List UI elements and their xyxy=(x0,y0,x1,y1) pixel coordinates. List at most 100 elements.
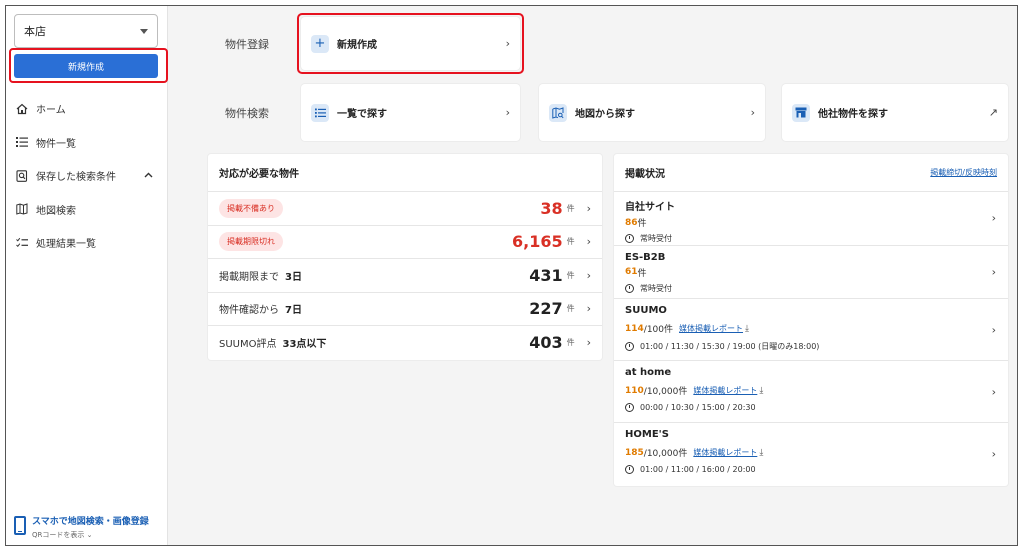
action-row[interactable]: 物件確認から 7日 227 件 › xyxy=(208,293,602,326)
chevron-right-icon: › xyxy=(586,268,591,282)
media-report-link[interactable]: 媒体掲載レポート xyxy=(693,385,757,396)
media-count: 185 xyxy=(625,447,644,458)
checklist-icon xyxy=(15,236,28,249)
store-select[interactable]: 本店 xyxy=(14,14,158,48)
chevron-right-icon: › xyxy=(505,106,510,119)
deadline-link[interactable]: 掲載締切/反映時刻 xyxy=(930,167,997,178)
action-panel-title: 対応が必要な物件 xyxy=(219,169,299,180)
search-map-card[interactable]: 地図から探す › xyxy=(539,84,765,141)
store-icon xyxy=(792,103,810,122)
chevron-up-icon[interactable] xyxy=(144,170,153,181)
media-count: 61 xyxy=(625,267,638,277)
publish-row[interactable]: at home 110/10,000件 媒体掲載レポート ⤓ 00:00 / 10:… xyxy=(614,361,1008,423)
chevron-right-icon: › xyxy=(991,323,996,336)
external-link-icon: ↗ xyxy=(988,106,998,119)
publish-row[interactable]: ES-B2B 61 件 常時受付 › xyxy=(614,246,1008,299)
chevron-right-icon: › xyxy=(750,106,755,119)
map-search-icon xyxy=(549,103,567,122)
publish-row[interactable]: 自社サイト 86 件 常時受付 › xyxy=(614,192,1008,246)
action-row[interactable]: 掲載期限まで 3日 431 件 › xyxy=(208,259,602,293)
search-list-card[interactable]: 一覧で探す › xyxy=(301,84,520,141)
download-icon[interactable]: ⤓ xyxy=(759,448,763,458)
list-icon xyxy=(15,136,28,149)
media-report-link[interactable]: 媒体掲載レポート xyxy=(693,447,757,458)
home-icon xyxy=(15,102,28,115)
saved-search-icon xyxy=(15,169,28,182)
action-panel-header: 対応が必要な物件 xyxy=(208,154,602,192)
action-row[interactable]: 掲載不備あり 38 件 › xyxy=(208,192,602,226)
row-condition: 3日 xyxy=(285,271,302,283)
app-window: 本店 新規作成 ホーム 物件一覧 保存した検索条件 地図検索 処理結果一覧 スマ… xyxy=(5,5,1018,546)
sidebar: 本店 新規作成 ホーム 物件一覧 保存した検索条件 地図検索 処理結果一覧 スマ… xyxy=(6,6,168,545)
row-count: 403 xyxy=(529,333,563,353)
store-select-value: 本店 xyxy=(24,25,46,38)
row-unit: 件 xyxy=(566,203,575,213)
row-unit: 件 xyxy=(566,237,575,247)
action-row[interactable]: SUUMO評点 33点以下 403 件 › xyxy=(208,326,602,360)
smartphone-icon xyxy=(14,516,26,535)
media-report-link[interactable]: 媒体掲載レポート xyxy=(679,323,743,334)
sidebar-item-home[interactable]: ホーム xyxy=(6,92,167,126)
sidebar-item-label: ホーム xyxy=(36,105,66,117)
media-time: 常時受付 xyxy=(640,283,672,293)
sidebar-nav: ホーム 物件一覧 保存した検索条件 地図検索 処理結果一覧 xyxy=(6,92,167,260)
mobile-qr-link[interactable]: スマホで地図検索・画像登録 QRコードを表示 ⌄ xyxy=(14,514,164,540)
media-count: 86 xyxy=(625,217,638,228)
clock-icon xyxy=(625,465,634,474)
status-badge: 掲載不備あり xyxy=(219,198,283,218)
media-time: 01:00 / 11:30 / 15:30 / 19:00 (日曜のみ18:00… xyxy=(640,342,820,351)
publish-row[interactable]: HOME'S 185/10,000件 媒体掲載レポート ⤓ 01:00 / 11:0… xyxy=(614,423,1008,485)
action-row[interactable]: 掲載期限切れ 6,165 件 › xyxy=(208,226,602,259)
download-icon[interactable]: ⤓ xyxy=(745,324,749,334)
media-count: 114 xyxy=(625,323,644,334)
chevron-right-icon: › xyxy=(991,211,996,225)
sidebar-item-map-search[interactable]: 地図検索 xyxy=(6,193,167,227)
action-required-panel: 対応が必要な物件 掲載不備あり 38 件 › 掲載期限切れ 6,165 件 › … xyxy=(208,154,602,360)
publish-status-panel: 掲載状況 掲載締切/反映時刻 自社サイト 86 件 常時受付 › ES-B2B 6… xyxy=(614,154,1008,486)
clock-icon xyxy=(625,234,634,243)
mobile-title: スマホで地図検索・画像登録 xyxy=(32,517,149,527)
media-name: ES-B2B xyxy=(625,251,666,263)
mobile-subtitle: QRコードを表示 xyxy=(32,531,85,539)
media-count-suffix: /10,000件 xyxy=(643,387,688,397)
sidebar-item-saved-search[interactable]: 保存した検索条件 xyxy=(6,159,167,193)
download-icon[interactable]: ⤓ xyxy=(759,386,763,396)
clock-icon xyxy=(625,342,634,351)
row-count: 227 xyxy=(529,299,563,319)
search-map-label: 地図から探す xyxy=(575,109,635,120)
publish-panel-header: 掲載状況 掲載締切/反映時刻 xyxy=(614,154,1008,192)
highlight-box xyxy=(297,13,524,74)
chevron-down-icon: ⌄ xyxy=(86,531,93,539)
caret-down-icon xyxy=(140,28,148,34)
row-label: 物件確認から xyxy=(219,305,279,317)
row-condition: 33点以下 xyxy=(282,339,327,351)
chevron-right-icon: › xyxy=(991,265,996,279)
media-count-suffix: 件 xyxy=(637,219,647,229)
media-time: 01:00 / 11:00 / 16:00 / 20:00 xyxy=(640,465,756,474)
media-count-suffix: /100件 xyxy=(643,325,674,335)
chevron-right-icon: › xyxy=(991,447,996,461)
sidebar-item-label: 地図検索 xyxy=(36,205,76,217)
media-name: SUUMO xyxy=(625,305,667,316)
sidebar-item-property-list[interactable]: 物件一覧 xyxy=(6,126,167,160)
chevron-right-icon: › xyxy=(586,302,591,316)
chevron-right-icon: › xyxy=(991,385,996,398)
sidebar-item-label: 物件一覧 xyxy=(36,138,76,150)
row-condition: 7日 xyxy=(285,305,302,317)
row-unit: 件 xyxy=(566,270,575,280)
publish-row[interactable]: SUUMO 114/100件 媒体掲載レポート ⤓ 01:00 / 11:30 / … xyxy=(614,299,1008,361)
row-count: 431 xyxy=(529,265,563,285)
media-time: 常時受付 xyxy=(640,234,672,243)
media-time: 00:00 / 10:30 / 15:00 / 20:30 xyxy=(640,403,756,412)
media-name: HOME'S xyxy=(625,429,669,440)
sidebar-item-results[interactable]: 処理結果一覧 xyxy=(6,226,167,260)
row-label: SUUMO評点 xyxy=(219,339,277,351)
media-count-suffix: /10,000件 xyxy=(643,449,688,459)
search-other-card[interactable]: 他社物件を探す ↗ xyxy=(782,84,1008,141)
row-unit: 件 xyxy=(566,304,575,314)
chevron-right-icon: › xyxy=(586,235,591,249)
row-count: 6,165 xyxy=(511,232,563,252)
register-label: 物件登録 xyxy=(225,38,269,51)
media-count-suffix: 件 xyxy=(637,268,647,279)
create-button[interactable]: 新規作成 xyxy=(14,54,158,78)
